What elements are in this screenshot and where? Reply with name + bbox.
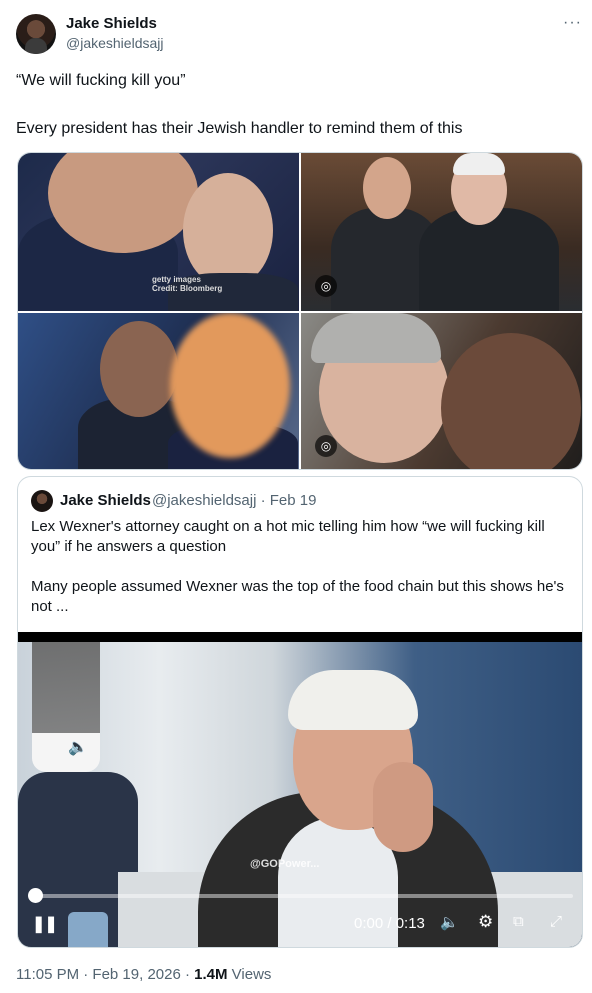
quote-text-para2: Many people assumed Wexner was the top o…	[31, 578, 564, 615]
photo-3-face-left	[100, 321, 178, 417]
tweet-text-line2: Every president has their Jewish handler…	[16, 120, 463, 137]
quote-handle-date[interactable]: @jakeshieldsajj · Feb 19	[152, 492, 316, 509]
tweet-timestamp[interactable]: 11:05 PM · Feb 19, 2026 ·	[16, 966, 194, 983]
tweet-text-line1: “We will fucking kill you”	[16, 72, 186, 89]
views-count[interactable]: 1.4M	[194, 966, 227, 983]
settings-gear-icon[interactable]: ⚙	[478, 912, 493, 932]
tweet-text: “We will fucking kill you” Every preside…	[16, 70, 576, 137]
video-frame: @GOPower...	[18, 642, 582, 947]
volume-slider-icon: 🔈	[68, 739, 88, 756]
photo-4-face-right	[441, 333, 581, 469]
media-photo-3[interactable]	[18, 313, 299, 469]
photo-3-face-right	[170, 313, 290, 458]
picture-in-picture-icon[interactable]: ⧉	[513, 913, 524, 930]
photo-1-face-right	[183, 173, 273, 288]
volume-slider-popup[interactable]: 🔈	[32, 642, 100, 772]
media-photo-1[interactable]: getty images Credit: Bloomberg	[18, 153, 299, 311]
pause-icon[interactable]: ❚❚	[32, 914, 58, 934]
tweet-header: Jake Shields @jakeshieldsajj ···	[16, 12, 582, 56]
video-man-hand	[373, 762, 433, 852]
fullscreen-expand-icon[interactable]: ⤢	[550, 913, 562, 930]
media-photo-4[interactable]: ◎	[301, 313, 582, 469]
quoted-tweet[interactable]: Jake Shields @jakeshieldsajj · Feb 19 Le…	[17, 476, 583, 948]
video-watermark: @GOPower...	[250, 858, 320, 870]
video-bottle	[68, 912, 108, 947]
photo-2-suit-right	[419, 208, 559, 311]
author-handle[interactable]: @jakeshieldsajj	[66, 35, 163, 51]
photo-2-face-left	[363, 157, 411, 219]
photo-2-hair	[453, 153, 505, 175]
author-name[interactable]: Jake Shields	[66, 15, 157, 32]
quote-text: Lex Wexner's attorney caught on a hot mi…	[31, 517, 571, 617]
video-man-hair	[288, 670, 418, 730]
photo-2-lens-icon[interactable]: ◎	[315, 275, 337, 297]
volume-icon[interactable]: 🔈	[440, 913, 459, 931]
quote-text-para1: Lex Wexner's attorney caught on a hot mi…	[31, 518, 545, 555]
author-avatar[interactable]	[16, 14, 56, 54]
video-player[interactable]: @GOPower... 🔈 ❚❚ 0:00 / 0:13 🔈 ⚙ ⧉ ⤢	[18, 632, 582, 947]
photo-4-hair	[311, 313, 441, 363]
video-time: 0:00 / 0:13	[354, 915, 425, 932]
media-photo-2[interactable]: ◎	[301, 153, 582, 311]
views-label: Views	[227, 966, 272, 983]
tweet-footer: 11:05 PM · Feb 19, 2026 · 1.4M Views	[16, 966, 271, 983]
photo-4-lens-icon[interactable]: ◎	[315, 435, 337, 457]
video-progress-bar[interactable]	[30, 894, 573, 898]
photo-1-watermark: getty images Credit: Bloomberg	[152, 275, 223, 293]
quote-author-name[interactable]: Jake Shields	[60, 492, 151, 509]
video-progress-knob[interactable]	[28, 888, 43, 903]
media-grid: getty images Credit: Bloomberg ◎ ◎	[17, 152, 583, 470]
more-options-icon[interactable]: ···	[563, 14, 582, 32]
quote-avatar[interactable]	[31, 490, 53, 512]
